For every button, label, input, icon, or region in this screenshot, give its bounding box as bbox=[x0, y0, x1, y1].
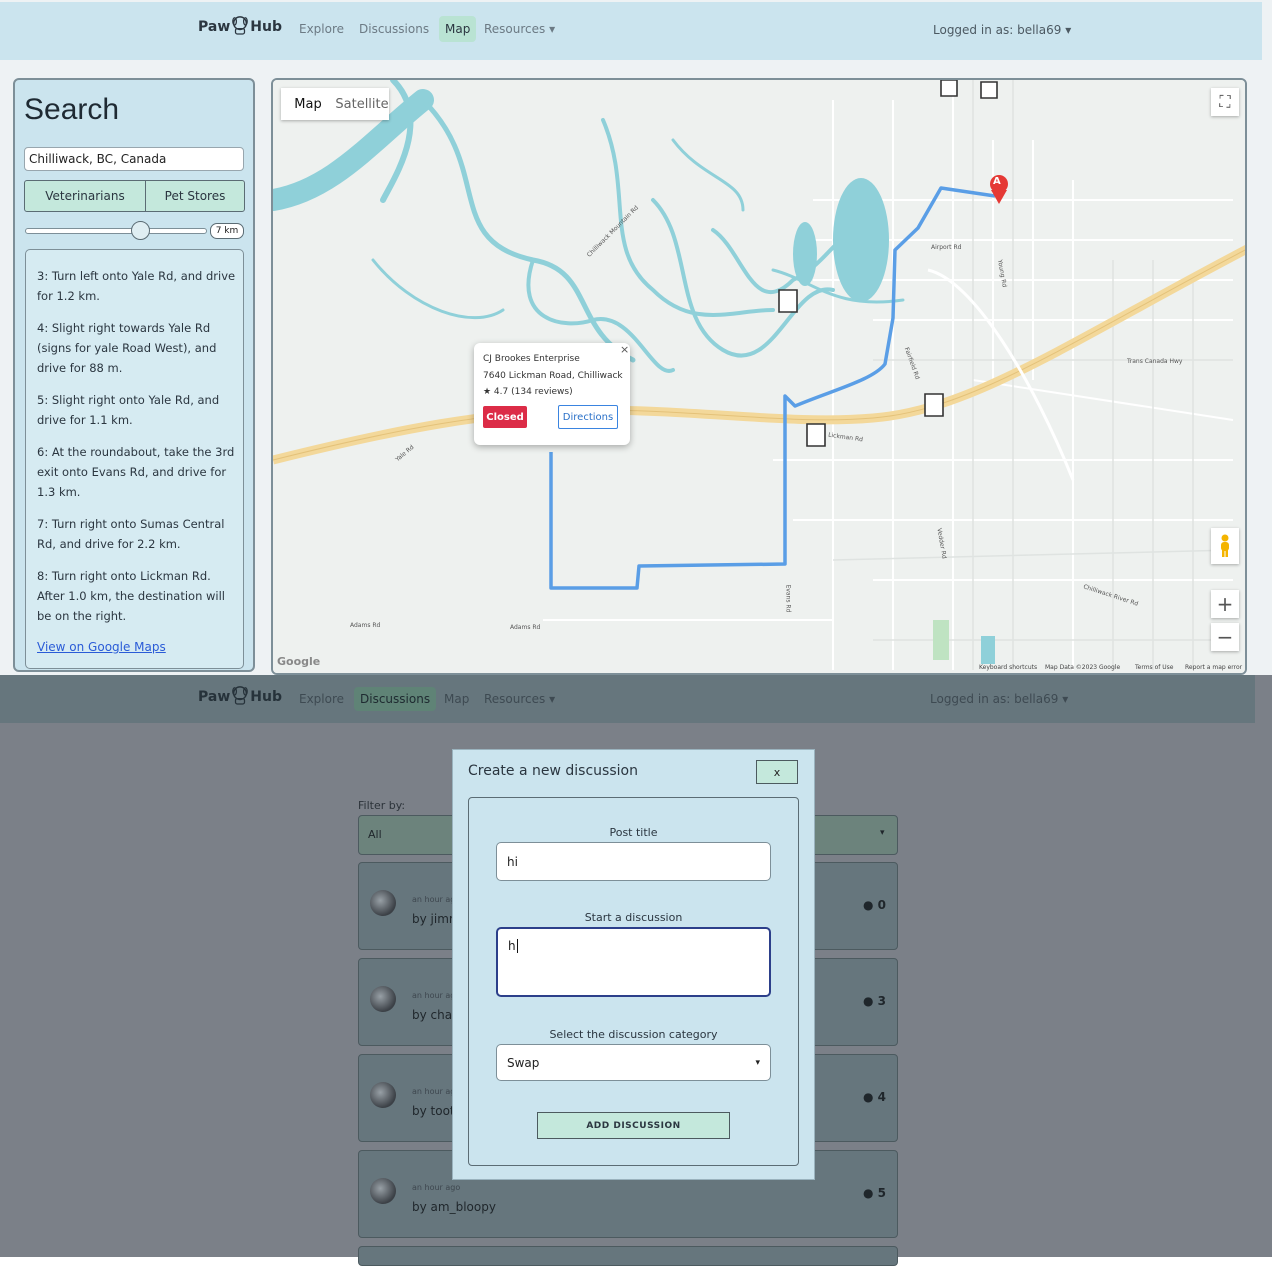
nav-discussions[interactable]: Discussions bbox=[359, 22, 429, 36]
dog-icon bbox=[232, 686, 249, 705]
comment-count-value: 4 bbox=[877, 1090, 887, 1104]
modal-title: Create a new discussion bbox=[468, 763, 638, 779]
map-type-map-button[interactable]: Map bbox=[281, 88, 335, 120]
comment-count-value: 3 bbox=[877, 994, 887, 1008]
filter-value: All bbox=[368, 828, 382, 841]
brand-logo[interactable]: Paw Hub bbox=[198, 686, 282, 705]
road-label: Adams Rd bbox=[510, 624, 541, 631]
dog-icon bbox=[232, 16, 249, 35]
google-logo: Google bbox=[277, 655, 321, 668]
street-view-pegman-icon[interactable] bbox=[1211, 528, 1239, 564]
comment-icon: ● bbox=[863, 1186, 874, 1200]
comment-count: ● 0 bbox=[863, 898, 886, 912]
road-label: Evans Rd bbox=[784, 584, 792, 613]
discussion-body-label: Start a discussion bbox=[584, 911, 683, 924]
discussion-card[interactable] bbox=[358, 1246, 898, 1266]
direction-step: 8: Turn right onto Lickman Rd. After 1.0… bbox=[37, 569, 225, 623]
post-author: by am_bloopy bbox=[412, 1200, 496, 1214]
view-on-google-maps-link[interactable]: View on Google Maps bbox=[37, 640, 166, 654]
comment-icon: ● bbox=[863, 898, 874, 912]
map-type-satellite-button[interactable]: Satellite bbox=[335, 88, 389, 120]
chevron-down-icon: ▾ bbox=[755, 1057, 760, 1068]
location-input[interactable] bbox=[24, 147, 244, 171]
direction-step: 7: Turn right onto Sumas Central Rd, and… bbox=[37, 517, 225, 551]
map-data-attribution: Map Data ©2023 Google bbox=[1045, 664, 1121, 671]
direction-step: 6: At the roundabout, take the 3rd exit … bbox=[37, 445, 235, 499]
post-title-label: Post title bbox=[609, 826, 658, 839]
pegman-icon bbox=[1221, 534, 1229, 557]
comment-count: ● 3 bbox=[863, 994, 886, 1008]
comment-count-value: 0 bbox=[877, 898, 887, 912]
place-rating: ★ 4.7 (134 reviews) bbox=[483, 387, 573, 397]
map-type-control: Map Satellite bbox=[281, 88, 389, 120]
direction-step: 4: Slight right towards Yale Rd (signs f… bbox=[37, 321, 217, 375]
nav-map[interactable]: Map bbox=[444, 692, 469, 706]
nav-explore[interactable]: Explore bbox=[299, 692, 344, 706]
discussion-body-textarea[interactable]: h bbox=[496, 927, 771, 997]
text-cursor bbox=[516, 939, 518, 953]
search-heading: Search bbox=[24, 93, 120, 126]
top-navbar bbox=[0, 2, 1262, 60]
nav-resources-dropdown[interactable]: Resources ▾ bbox=[484, 22, 555, 36]
brand-paw: Paw bbox=[198, 689, 231, 705]
place-name: CJ Brookes Enterprise bbox=[483, 354, 580, 364]
map-graphic bbox=[273, 80, 1245, 673]
nav-map-active[interactable]: Map bbox=[439, 16, 477, 42]
nav-resources-dropdown[interactable]: Resources ▾ bbox=[484, 692, 555, 706]
terms-of-use-link[interactable]: Terms of Use bbox=[1135, 664, 1173, 671]
filter-label: Filter by: bbox=[358, 799, 406, 812]
zoom-out-button[interactable]: − bbox=[1211, 623, 1239, 651]
avatar bbox=[370, 1178, 396, 1204]
radius-slider-track[interactable] bbox=[25, 228, 207, 234]
report-map-error-link[interactable]: Report a map error bbox=[1185, 664, 1242, 671]
veterinarians-button[interactable]: Veterinarians bbox=[24, 180, 146, 212]
brand-hub: Hub bbox=[250, 19, 282, 35]
road-label: Adams Rd bbox=[350, 622, 381, 629]
nav-discussions-active[interactable]: Discussions bbox=[354, 687, 437, 711]
modal-close-button[interactable]: x bbox=[756, 760, 798, 784]
direction-step: 5: Slight right onto Yale Rd, and drive … bbox=[37, 393, 220, 427]
direction-step: 3: Turn left onto Yale Rd, and drive for… bbox=[37, 269, 236, 303]
user-menu[interactable]: Logged in as: bella69 ▾ bbox=[933, 23, 1071, 37]
radius-slider-thumb[interactable] bbox=[131, 221, 150, 240]
road-label: Airport Rd bbox=[931, 244, 962, 251]
map-canvas[interactable] bbox=[271, 78, 1247, 675]
radius-value-badge: 7 km bbox=[210, 223, 244, 239]
category-label: Select the discussion category bbox=[549, 1028, 718, 1041]
destination-marker-label[interactable]: A bbox=[993, 176, 1001, 187]
pet-stores-button[interactable]: Pet Stores bbox=[145, 180, 245, 212]
user-menu[interactable]: Logged in as: bella69 ▾ bbox=[930, 692, 1068, 706]
closed-status-badge: Closed bbox=[483, 406, 527, 428]
place-address: 7640 Lickman Road, Chilliwack bbox=[483, 371, 623, 381]
road-label: Trans Canada Hwy bbox=[1127, 358, 1183, 365]
comment-count: ● 5 bbox=[863, 1186, 886, 1200]
comment-icon: ● bbox=[863, 1090, 874, 1104]
fullscreen-button[interactable]: ⛶ bbox=[1211, 88, 1239, 116]
category-value: Swap bbox=[507, 1055, 540, 1070]
post-author: by chai bbox=[412, 1008, 456, 1022]
brand-hub: Hub bbox=[250, 689, 282, 705]
avatar bbox=[370, 986, 396, 1012]
comment-count-value: 5 bbox=[877, 1186, 887, 1200]
comment-icon: ● bbox=[863, 994, 874, 1008]
brand-paw: Paw bbox=[198, 19, 231, 35]
avatar bbox=[370, 1082, 396, 1108]
add-discussion-button[interactable]: ADD DISCUSSION bbox=[537, 1112, 730, 1139]
avatar bbox=[370, 890, 396, 916]
post-title-input[interactable] bbox=[496, 842, 771, 881]
zoom-in-button[interactable]: + bbox=[1211, 590, 1239, 618]
brand-logo[interactable]: Paw Hub bbox=[198, 16, 282, 35]
discussion-body-value: h bbox=[508, 939, 516, 953]
nav-explore[interactable]: Explore bbox=[299, 22, 344, 36]
post-author: by toot bbox=[412, 1104, 455, 1118]
category-select[interactable]: Swap ▾ bbox=[496, 1044, 771, 1081]
info-window-close-icon[interactable]: × bbox=[620, 343, 629, 356]
keyboard-shortcuts-link[interactable]: Keyboard shortcuts bbox=[979, 664, 1037, 671]
comment-count: ● 4 bbox=[863, 1090, 886, 1104]
post-time: an hour ago bbox=[412, 1183, 461, 1192]
chevron-down-icon: ▾ bbox=[880, 828, 885, 838]
directions-button[interactable]: Directions bbox=[558, 405, 618, 429]
